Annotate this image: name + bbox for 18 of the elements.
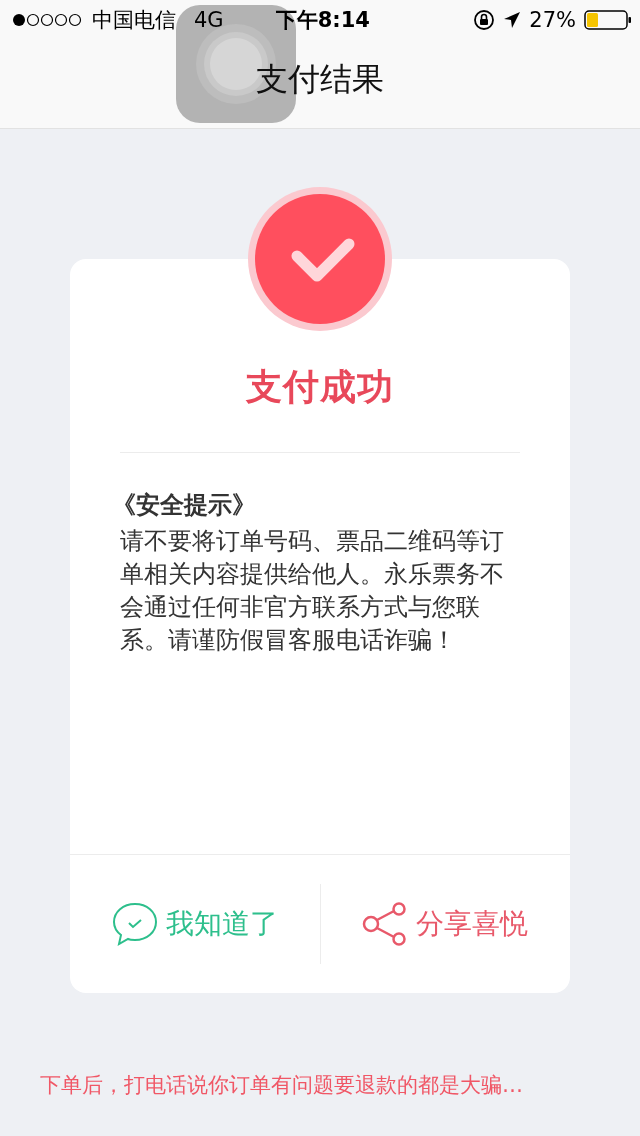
carrier-name: 中国电信 — [92, 7, 176, 34]
battery-icon — [584, 10, 632, 30]
chat-check-icon — [111, 901, 158, 947]
page-title: 支付结果 — [256, 59, 384, 100]
rotation-lock-icon — [473, 9, 496, 31]
clock-time: 下午8:14 — [275, 7, 370, 34]
result-title: 支付成功 — [246, 365, 394, 409]
warning-note: 下单后，打电话说你订单有问题要退款的都是大骗… — [40, 1072, 524, 1099]
acknowledge-button[interactable]: 我知道了 — [70, 901, 320, 947]
network-type: 4G — [194, 8, 224, 32]
notice-text: 请不要将订单号码、票品二维码等订单相关内容提供给他人。永乐票务不会通过任何非官方联系方式与您联系。请谨防假冒客服电话诈骗！ — [120, 526, 505, 656]
signal-icon — [12, 13, 82, 27]
share-icon — [362, 901, 409, 947]
share-button[interactable]: 分享喜悦 — [320, 901, 570, 947]
notice-heading: 《安全提示》 — [112, 490, 257, 521]
location-arrow-icon — [503, 11, 522, 29]
success-check-icon — [247, 186, 393, 332]
battery-percent: 27% — [529, 8, 576, 32]
